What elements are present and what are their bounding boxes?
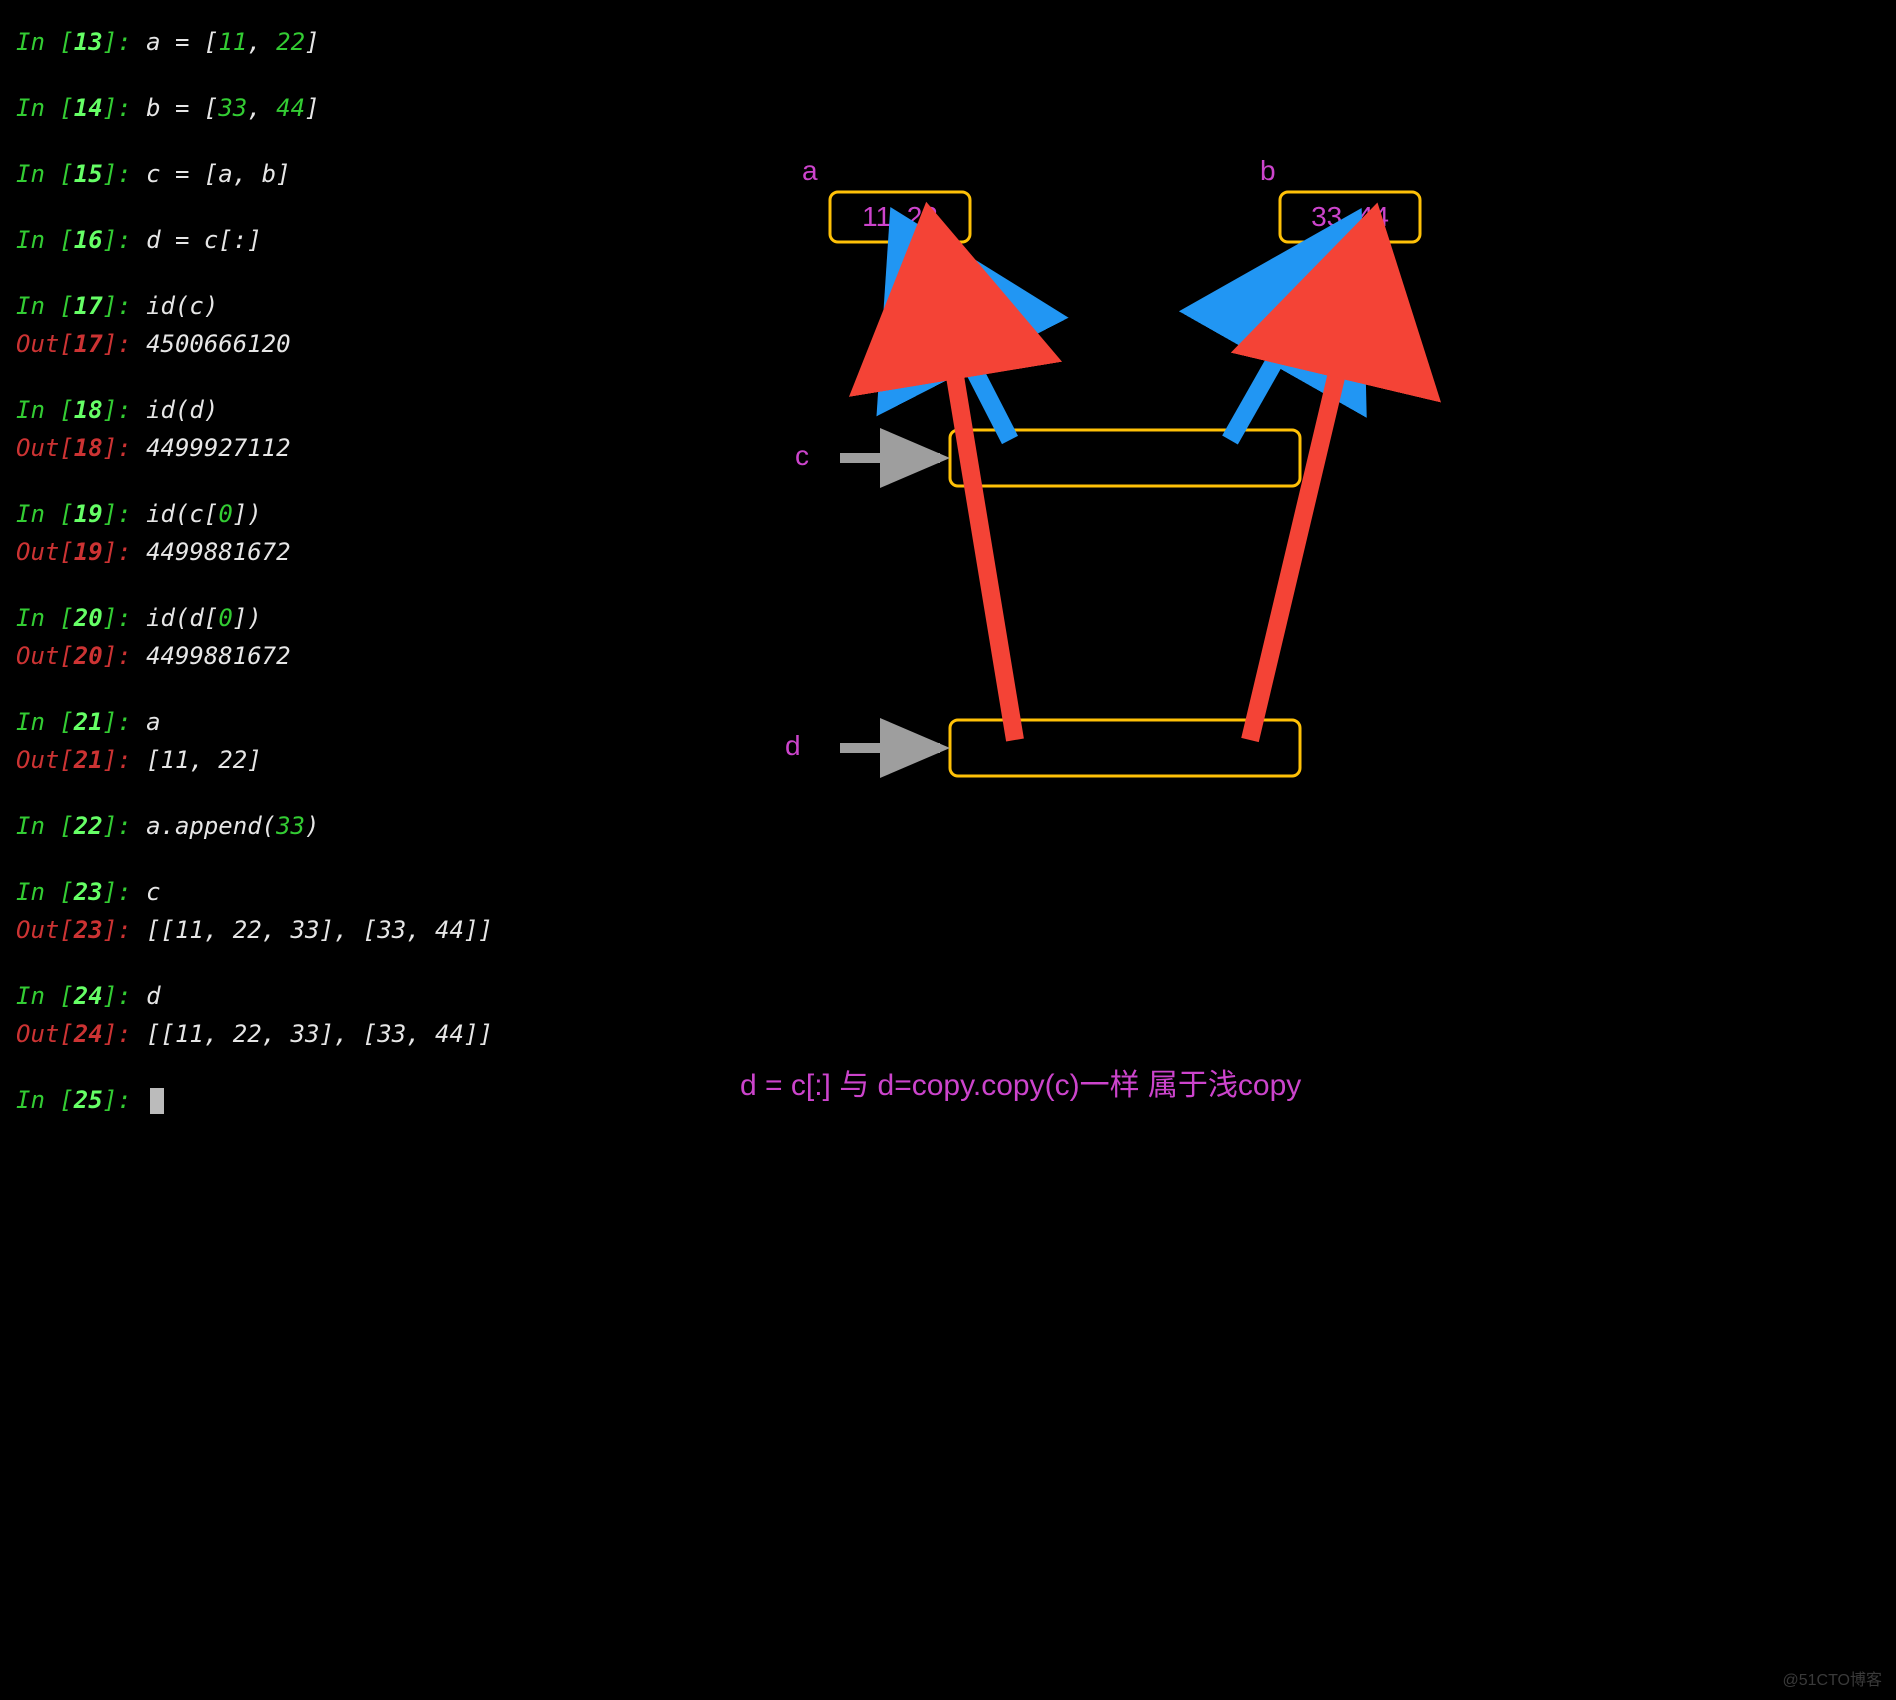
diagram-label-a: a	[802, 155, 818, 186]
input-cell: In [14]: b = [33, 44]	[16, 90, 1880, 126]
cursor[interactable]	[150, 1088, 164, 1114]
diagram-label-b: b	[1260, 155, 1276, 186]
diagram-box-b-text: 33, 44	[1311, 201, 1389, 232]
arrow-d-to-b	[1250, 255, 1365, 740]
input-cell: In [13]: a = [11, 22]	[16, 24, 1880, 60]
diagram-label-c: c	[795, 440, 809, 471]
memory-diagram: a b c d 11, 22 33, 44	[740, 140, 1640, 1040]
watermark: @51CTO博客	[1782, 1666, 1882, 1690]
arrow-d-to-a	[935, 255, 1015, 740]
diagram-box-a-text: 11, 22	[862, 201, 938, 232]
diagram-caption: d = c[:] 与 d=copy.copy(c)一样 属于浅copy	[740, 1060, 1301, 1104]
diagram-label-d: d	[785, 730, 801, 761]
